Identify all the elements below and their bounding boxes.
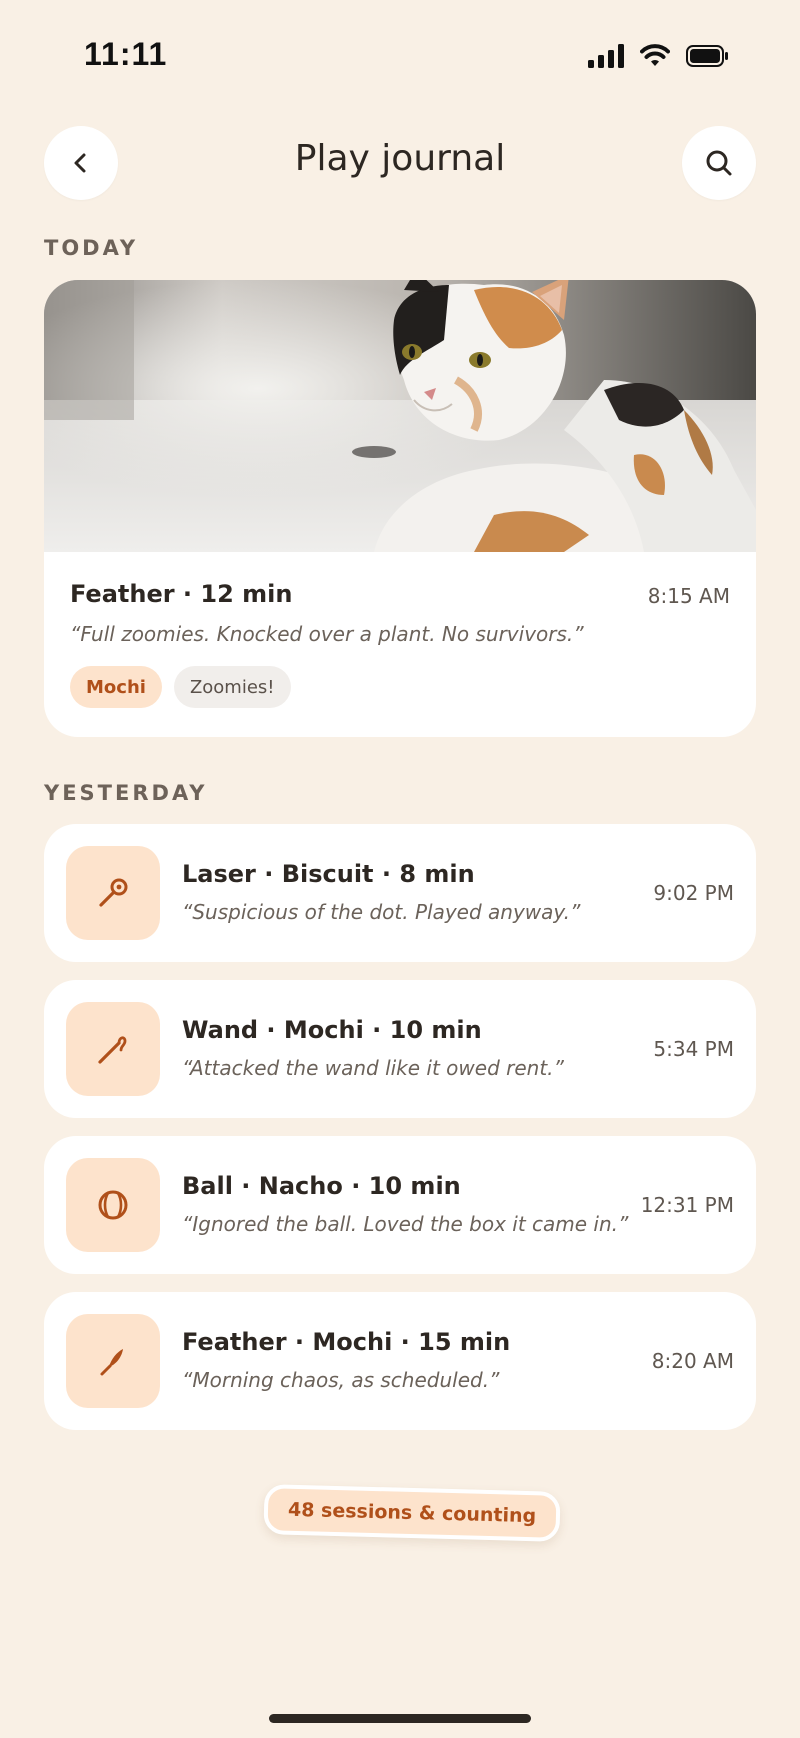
entry-time: 5:34 PM (653, 1037, 734, 1061)
wifi-icon (640, 44, 670, 66)
entry-title: Feather · 12 min (70, 580, 293, 608)
wand-toy-icon (98, 1036, 127, 1064)
journal-entry-card[interactable]: Ball · Nacho · 10 min “Ignored the ball.… (44, 1136, 756, 1274)
home-indicator[interactable] (269, 1714, 531, 1723)
entry-time: 8:20 AM (651, 1349, 734, 1373)
signal-icon (588, 44, 624, 68)
search-icon (706, 150, 732, 176)
tag-chip[interactable]: Zoomies! (173, 666, 291, 708)
entry-icon-tile (66, 1314, 160, 1408)
entry-icon-tile (66, 846, 160, 940)
entry-icon-tile (66, 1002, 160, 1096)
section-label-yesterday: YESTERDAY (44, 781, 208, 805)
entry-time: 8:15 AM (647, 584, 730, 608)
battery-icon (686, 45, 728, 67)
entry-title: Feather · Mochi · 15 min (182, 1328, 511, 1356)
entry-title: Ball · Nacho · 10 min (182, 1172, 461, 1200)
entry-icon-tile (66, 1158, 160, 1252)
entry-note: “Full zoomies. Knocked over a plant. No … (70, 622, 584, 646)
entry-text: Feather · Mochi · 15 min “Morning chaos,… (182, 1328, 510, 1392)
chip-row: Mochi Zoomies! (70, 666, 730, 708)
cat-chip[interactable]: Mochi (70, 666, 162, 708)
entry-time: 12:31 PM (640, 1193, 734, 1217)
entry-text: Wand · Mochi · 10 min “Attacked the wand… (182, 1016, 564, 1080)
entry-note: “Attacked the wand like it owed rent.” (182, 1056, 564, 1080)
session-counter-badge: 48 sessions & counting (263, 1484, 561, 1542)
status-time: 11:11 (84, 36, 168, 72)
section-label-today: TODAY (44, 236, 139, 260)
cat-photo (44, 280, 756, 552)
journal-entry-card[interactable]: Laser · Biscuit · 8 min “Suspicious of t… (44, 824, 756, 962)
today-entry-body: Feather · 12 min 8:15 AM “Full zoomies. … (70, 580, 730, 708)
ball-icon (98, 1190, 128, 1220)
entry-note: “Morning chaos, as scheduled.” (182, 1368, 500, 1392)
entry-title: Wand · Mochi · 10 min (182, 1016, 482, 1044)
page-title: Play journal (294, 138, 506, 179)
entry-text: Laser · Biscuit · 8 min “Suspicious of t… (182, 860, 580, 924)
laser-pointer-icon (99, 878, 128, 907)
entry-title: Laser · Biscuit · 8 min (182, 860, 475, 888)
journal-entry-card[interactable]: Feather · Mochi · 15 min “Morning chaos,… (44, 1292, 756, 1430)
entry-note: “Suspicious of the dot. Played anyway.” (182, 900, 581, 924)
header: Play journal (0, 126, 800, 200)
today-entry-card[interactable]: Feather · 12 min 8:15 AM “Full zoomies. … (44, 280, 756, 737)
status-bar: 11:11 (0, 0, 800, 110)
entry-text: Ball · Nacho · 10 min “Ignored the ball.… (182, 1172, 628, 1236)
entry-note: “Ignored the ball. Loved the box it came… (182, 1212, 629, 1236)
entry-time: 9:02 PM (653, 881, 734, 905)
status-icons (588, 44, 728, 68)
feather-icon (100, 1349, 123, 1376)
search-button[interactable] (682, 126, 756, 200)
journal-entry-card[interactable]: Wand · Mochi · 10 min “Attacked the wand… (44, 980, 756, 1118)
